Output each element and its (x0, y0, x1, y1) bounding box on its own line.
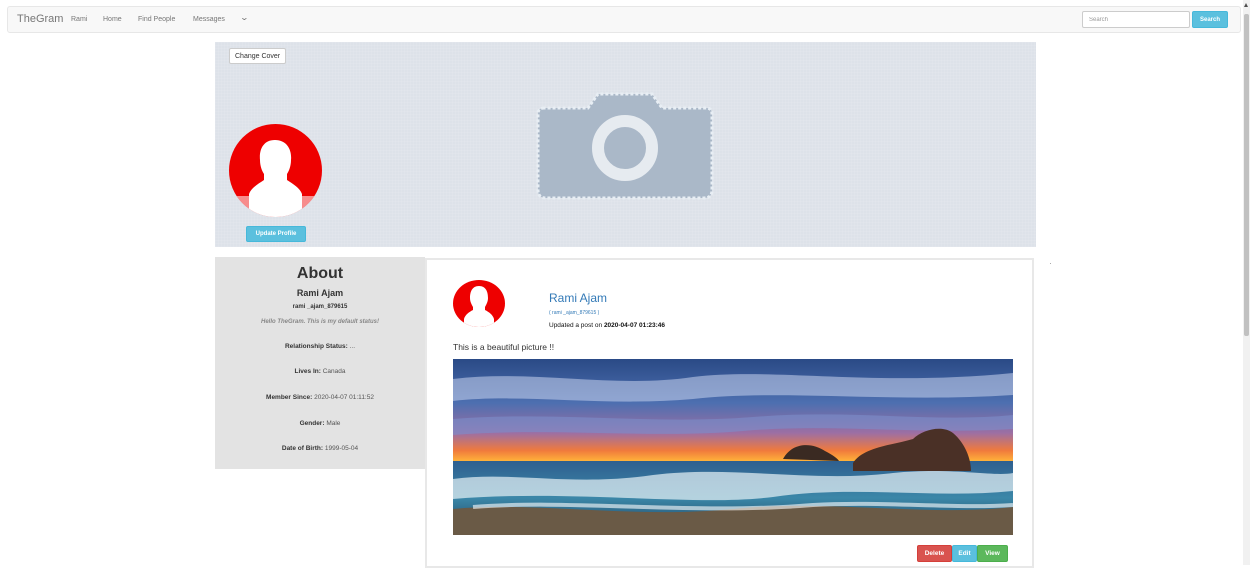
about-name: Rami Ajam (296, 288, 344, 298)
nav-link-home[interactable]: Home (103, 16, 122, 23)
about-status: Hello TheGram. This is my default status… (260, 319, 380, 325)
edit-button[interactable]: Edit (952, 545, 977, 562)
relationship-status: Relationship Status: ... (284, 343, 356, 350)
post-updated: Updated a post on 2020-04-07 01:23:46 (549, 322, 666, 329)
post-username[interactable]: ( rami _ajam_879615 ) (549, 310, 599, 316)
camera-icon (536, 92, 714, 200)
post-author[interactable]: Rami Ajam (549, 291, 607, 305)
post-text: This is a beautiful picture !! (453, 342, 555, 352)
nav-link-find-people[interactable]: Find People (138, 16, 175, 23)
chevron-down-icon[interactable]: ⌄ (240, 13, 249, 22)
about-username: rami _ajam_879615 (292, 304, 348, 310)
delete-button[interactable]: Delete (917, 545, 952, 562)
select-profile-label[interactable]: Select Profile (241, 196, 311, 202)
post-card: Rami Ajam ( rami _ajam_879615 ) Updated … (425, 258, 1034, 568)
search-button[interactable]: Search (1192, 11, 1228, 28)
cover-photo: Change Cover Select Profile Update Profi… (215, 42, 1036, 247)
about-panel: About Rami Ajam rami _ajam_879615 Hello … (215, 257, 425, 469)
scrollbar[interactable] (1243, 0, 1250, 565)
post-image-sunset-seascape (453, 359, 1013, 535)
scroll-up-arrow-icon[interactable] (1244, 3, 1248, 7)
gender: Gender: Male (299, 420, 341, 427)
nav-link-messages[interactable]: Messages (193, 16, 225, 23)
update-profile-button[interactable]: Update Profile (246, 226, 306, 242)
post-avatar[interactable] (453, 280, 505, 327)
member-since: Member Since: 2020-04-07 01:11:52 (266, 394, 374, 401)
about-title: About (296, 265, 344, 282)
scrollbar-thumb[interactable] (1244, 14, 1249, 336)
profile-avatar[interactable] (229, 124, 322, 217)
navbar: TheGram Rami Home Find People Messages ⌄… (7, 6, 1241, 33)
date-of-birth: Date of Birth: 1999-05-04 (281, 445, 359, 452)
brand-logo[interactable]: TheGram (17, 13, 63, 25)
view-button[interactable]: View (977, 545, 1008, 562)
change-cover-button[interactable]: Change Cover (229, 48, 287, 64)
divider-dot (1050, 263, 1051, 264)
nav-link-rami[interactable]: Rami (71, 16, 87, 23)
search-input[interactable] (1082, 11, 1190, 28)
lives-in: Lives In: Canada (294, 368, 346, 375)
